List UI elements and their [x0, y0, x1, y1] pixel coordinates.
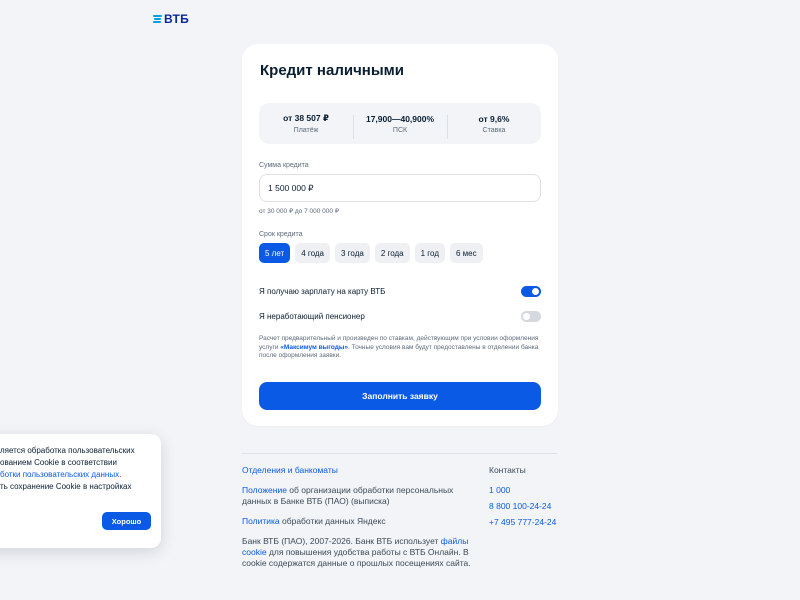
- loan-calculator-card: Кредит наличными от 38 507 ₽ Платёж 17,9…: [242, 44, 558, 426]
- pensioner-label: Я неработающий пенсионер: [259, 311, 365, 321]
- policy-description: обработки данных Яндекс: [279, 516, 386, 526]
- page-title: Кредит наличными: [260, 62, 404, 79]
- salary-card-row: Я получаю зарплату на карту ВТБ: [259, 284, 541, 298]
- salary-card-label: Я получаю зарплату на карту ВТБ: [259, 286, 386, 296]
- cookie-banner: ляется обработка пользовательских ование…: [0, 434, 161, 548]
- cookie-message: ляется обработка пользовательских ование…: [0, 445, 200, 493]
- stat-rate-label: Ставка: [482, 126, 506, 134]
- contact-short-number[interactable]: 1 000: [489, 485, 556, 496]
- term-label: Срок кредита: [259, 231, 303, 238]
- copyright-part-2: для повышения удобства работы с ВТБ Онла…: [242, 547, 471, 568]
- pensioner-toggle[interactable]: [521, 310, 541, 322]
- branches-atms-link[interactable]: Отделения и банкоматы: [242, 465, 474, 476]
- term-option-6-months[interactable]: 6 мес: [449, 243, 483, 263]
- stat-rate-value: от 9,6%: [478, 113, 510, 124]
- calculation-disclaimer: Расчет предварительный и произведен по с…: [259, 335, 543, 361]
- pensioner-row: Я неработающий пенсионер: [259, 309, 541, 323]
- cookie-line-1: ляется обработка пользовательских: [0, 446, 135, 455]
- term-option-4-years[interactable]: 4 года: [295, 243, 330, 263]
- term-option-1-year[interactable]: 1 год: [414, 243, 445, 263]
- maximum-benefit-link[interactable]: «Максимум выгоды»: [280, 344, 348, 351]
- copyright-part-1: Банк ВТБ (ПАО), 2007-2026. Банк ВТБ испо…: [242, 536, 441, 546]
- stat-psk: 17,900—40,900% ПСК: [353, 113, 447, 139]
- vtb-logo-icon: [153, 15, 162, 23]
- stat-payment-value: от 38 507 ₽: [283, 113, 329, 123]
- data-processing-link[interactable]: ботки пользовательских данных: [0, 470, 119, 479]
- logo-text: ВТБ: [164, 12, 190, 26]
- cookie-line-3-tail: .: [119, 470, 122, 479]
- copyright-text: Банк ВТБ (ПАО), 2007-2026. Банк ВТБ испо…: [242, 536, 474, 569]
- submit-application-button[interactable]: Заполнить заявку: [259, 382, 541, 410]
- regulation-text: Положение об организации обработки персо…: [242, 485, 474, 507]
- vtb-logo[interactable]: ВТБ: [153, 12, 189, 26]
- footer-contacts: Контакты 1 000 8 800 100-24-24 +7 495 77…: [489, 465, 556, 533]
- loan-amount-input[interactable]: [259, 174, 541, 202]
- term-options: 5 лет 4 года 3 года 2 года 1 год 6 мес: [259, 243, 483, 263]
- term-option-3-years[interactable]: 3 года: [335, 243, 370, 263]
- stat-rate: от 9,6% Ставка: [447, 113, 541, 139]
- cookie-line-3: ботки пользовательских данных.: [0, 469, 200, 481]
- policy-link[interactable]: Политика: [242, 516, 280, 526]
- cookie-accept-button[interactable]: Хорошо: [102, 512, 151, 530]
- amount-range-hint: от 30 000 ₽ до 7 000 000 ₽: [259, 208, 339, 215]
- footer-divider: [242, 453, 557, 454]
- loan-summary: от 38 507 ₽ Платёж 17,900—40,900% ПСК от…: [259, 103, 541, 144]
- term-option-2-years[interactable]: 2 года: [374, 243, 410, 263]
- contact-moscow[interactable]: +7 495 777-24-24: [489, 517, 556, 528]
- stat-payment-label: Платёж: [293, 127, 319, 134]
- regulation-link[interactable]: Положение: [242, 485, 287, 495]
- footer-links: Отделения и банкоматы Положение об орган…: [242, 465, 474, 569]
- contact-toll-free[interactable]: 8 800 100-24-24: [489, 501, 556, 512]
- policy-text: Политика обработки данных Яндекс: [242, 516, 474, 527]
- contacts-title: Контакты: [489, 465, 526, 475]
- cookie-line-2: ованием Cookie в соответствии: [0, 458, 117, 467]
- stat-payment: от 38 507 ₽ Платёж: [259, 113, 353, 134]
- cookie-line-4: ть сохранение Cookie в настройках: [0, 482, 132, 491]
- stat-psk-value: 17,900—40,900%: [365, 113, 435, 124]
- stat-psk-label: ПСК: [392, 126, 408, 134]
- term-option-5-years[interactable]: 5 лет: [259, 243, 291, 263]
- salary-card-toggle[interactable]: [521, 285, 541, 297]
- amount-label: Сумма кредита: [259, 162, 309, 169]
